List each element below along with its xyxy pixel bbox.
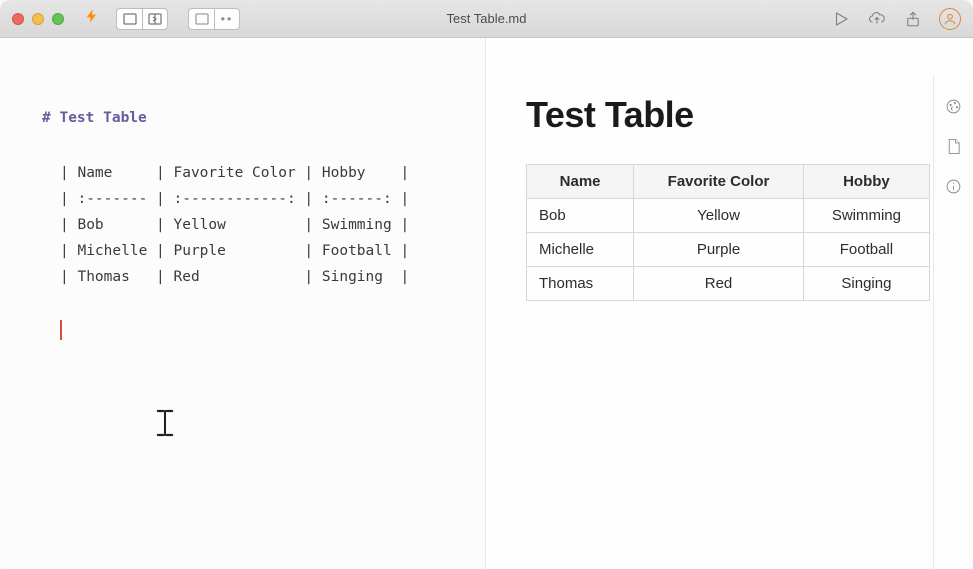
editor-pane[interactable]: # Test Table | Name | Favorite Color | H…	[0, 38, 486, 569]
cloud-upload-button[interactable]	[867, 9, 887, 29]
titlebar: •• Test Table.md	[0, 0, 973, 38]
editor-only-button[interactable]	[116, 8, 142, 30]
view-options-toggle: ••	[188, 8, 240, 30]
minimize-button[interactable]	[32, 13, 44, 25]
right-sidebar	[933, 76, 973, 569]
close-button[interactable]	[12, 13, 24, 25]
info-icon[interactable]	[945, 178, 962, 200]
app-window: •• Test Table.md # Test Table | Name | F…	[0, 0, 973, 569]
table-header-cell: Name	[527, 165, 634, 199]
file-title: Test Table.md	[447, 11, 527, 26]
option-a-button[interactable]	[188, 8, 214, 30]
pdf-export-icon[interactable]	[945, 138, 962, 160]
table-header-cell: Hobby	[803, 165, 929, 199]
view-mode-toggle	[116, 8, 168, 30]
main-content: # Test Table | Name | Favorite Color | H…	[0, 38, 973, 569]
rendered-table: Name Favorite Color Hobby Bob Yellow Swi…	[526, 164, 930, 301]
option-b-button[interactable]: ••	[214, 8, 240, 30]
table-header-row: Name Favorite Color Hobby	[527, 165, 930, 199]
table-cell: Swimming	[803, 199, 929, 233]
table-cell: Bob	[527, 199, 634, 233]
text-cursor	[60, 320, 485, 340]
split-view-button[interactable]	[142, 8, 168, 30]
play-button[interactable]	[831, 9, 851, 29]
table-cell: Football	[803, 233, 929, 267]
preview-pane: Test Table Name Favorite Color Hobby Bob…	[486, 38, 973, 569]
user-avatar[interactable]	[939, 8, 961, 30]
table-row-header: | Name | Favorite Color | Hobby |	[60, 160, 485, 186]
table-header-cell: Favorite Color	[634, 165, 804, 199]
preview-heading: Test Table	[526, 94, 933, 136]
share-button[interactable]	[903, 9, 923, 29]
table-cell: Thomas	[527, 267, 634, 301]
table-cell: Yellow	[634, 199, 804, 233]
traffic-lights	[12, 13, 64, 25]
table-row-data: | Thomas | Red | Singing |	[60, 264, 485, 290]
table-row: Thomas Red Singing	[527, 267, 930, 301]
dots-icon: ••	[221, 12, 233, 26]
table-row: Bob Yellow Swimming	[527, 199, 930, 233]
table-cell: Purple	[634, 233, 804, 267]
table-cell: Red	[634, 267, 804, 301]
table-row: Michelle Purple Football	[527, 233, 930, 267]
table-row-data: | Michelle | Purple | Football |	[60, 238, 485, 264]
markdown-heading: # Test Table	[42, 110, 485, 126]
appearance-icon[interactable]	[945, 98, 962, 120]
table-cell: Michelle	[527, 233, 634, 267]
zoom-button[interactable]	[52, 13, 64, 25]
table-row-separator: | :------- | :------------: | :------: |	[60, 186, 485, 212]
table-row-data: | Bob | Yellow | Swimming |	[60, 212, 485, 238]
ibeam-cursor-icon	[155, 408, 175, 445]
titlebar-right	[831, 8, 961, 30]
table-cell: Singing	[803, 267, 929, 301]
build-icon[interactable]	[84, 8, 100, 29]
